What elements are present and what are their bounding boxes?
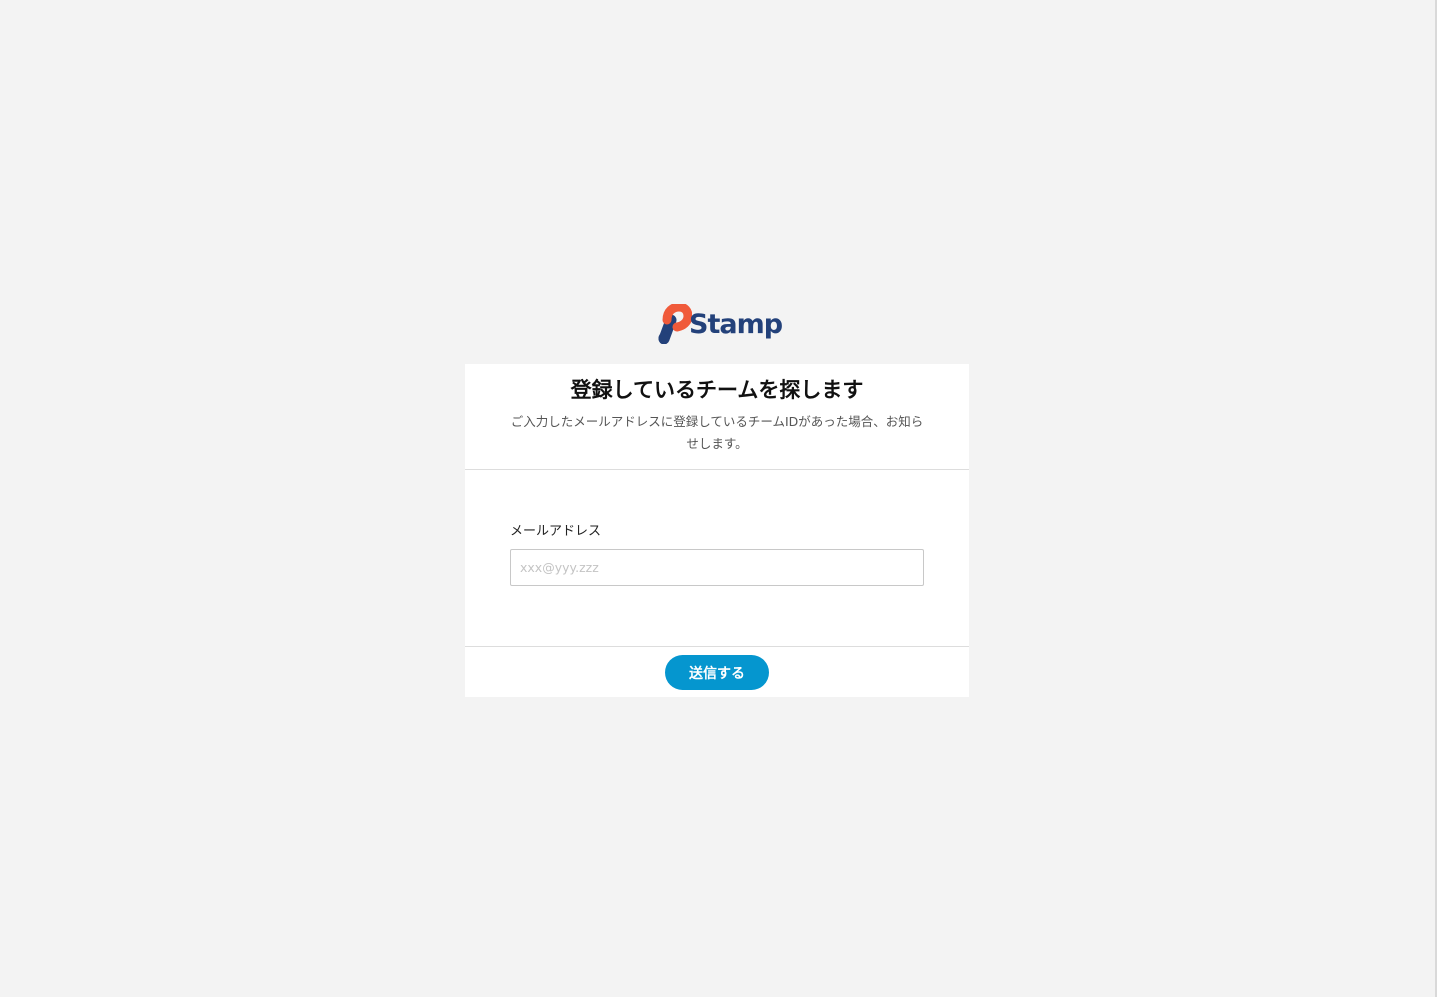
email-input[interactable] <box>510 549 924 586</box>
logo-text: Stamp <box>689 309 783 340</box>
page-title: 登録しているチームを探します <box>570 378 864 402</box>
submit-button[interactable]: 送信する <box>665 655 769 690</box>
stamp-logo: Stamp <box>654 304 784 344</box>
email-label: メールアドレス <box>510 524 602 539</box>
card-footer: 送信する <box>465 646 969 698</box>
find-team-card: 登録しているチームを探します ご入力したメールアドレスに登録しているチームIDが… <box>465 364 969 697</box>
card-header: 登録しているチームを探します ご入力したメールアドレスに登録しているチームIDが… <box>465 364 969 470</box>
stamp-logo-icon <box>658 304 692 344</box>
page-description: ご入力したメールアドレスに登録しているチームIDがあった場合、お知らせします。 <box>510 414 924 451</box>
